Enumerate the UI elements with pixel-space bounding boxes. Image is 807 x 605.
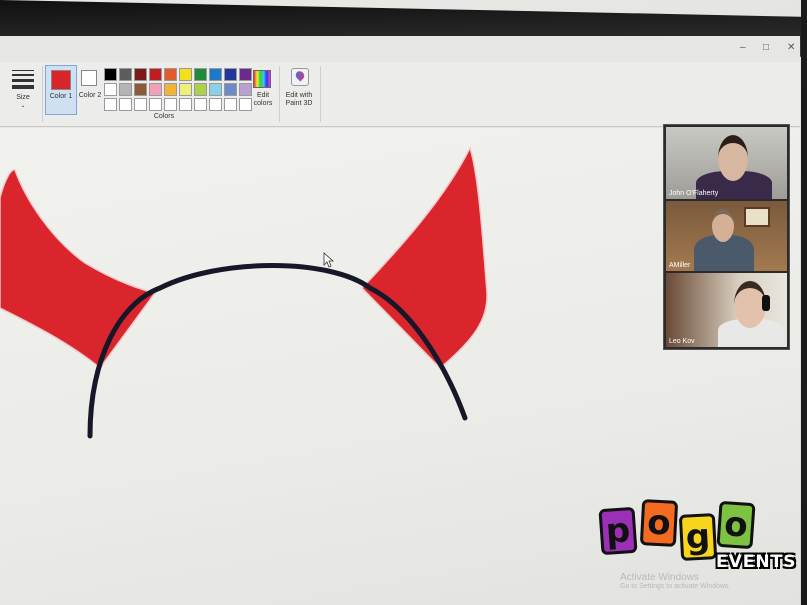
color2-swatch (81, 70, 97, 86)
palette-swatch[interactable] (164, 98, 177, 111)
color2-button[interactable]: Color 2 (77, 62, 103, 122)
edit-colors-button[interactable]: Edit colors (250, 62, 276, 122)
palette-swatch[interactable] (224, 98, 237, 111)
palette-swatch[interactable] (119, 68, 132, 81)
palette-swatch[interactable] (224, 83, 237, 96)
left-horn (0, 169, 157, 370)
maximize-button[interactable]: □ (763, 42, 769, 53)
palette-swatch[interactable] (149, 68, 162, 81)
size-tool[interactable]: Size ⌄ (8, 62, 38, 122)
color1-button[interactable]: Color 1 (45, 65, 77, 115)
ribbon-divider (42, 66, 43, 122)
edit-colors-label: Edit colors (253, 92, 273, 107)
palette-swatch[interactable] (104, 83, 117, 96)
headphones-icon (762, 295, 770, 311)
participant-3-name: Leo Kov (669, 338, 695, 345)
ribbon-divider (279, 66, 280, 122)
color2-label: Color 2 (78, 92, 102, 99)
palette-swatch[interactable] (179, 98, 192, 111)
participant-2-name: AMiller (669, 262, 691, 269)
ribbon-divider (320, 66, 321, 122)
color1-label: Color 1 (49, 93, 73, 100)
palette-swatch[interactable] (209, 68, 222, 81)
logo-letter-o2: o (716, 500, 756, 550)
paint-title-bar: – □ ✕ (0, 36, 800, 64)
participant-tile-1[interactable]: John O'Flaherty (666, 127, 787, 199)
palette-swatch[interactable] (104, 98, 117, 111)
palette-swatch[interactable] (209, 83, 222, 96)
color-palette (104, 68, 252, 111)
palette-swatch[interactable] (209, 98, 222, 111)
participant-tile-3[interactable]: Leo Kov (666, 273, 787, 347)
monitor-screen: – □ ✕ Size ⌄ Color 1 Color 2 Colors Edit… (0, 0, 807, 605)
mouse-cursor-icon (323, 252, 335, 268)
participant-1-name: John O'Flaherty (669, 190, 719, 197)
palette-swatch[interactable] (149, 83, 162, 96)
activate-windows-watermark: Activate Windows Go to Settings to activ… (620, 572, 731, 590)
palette-swatch[interactable] (119, 83, 132, 96)
palette-swatch[interactable] (224, 68, 237, 81)
palette-swatch[interactable] (194, 83, 207, 96)
size-lines-icon (12, 70, 34, 89)
watermark-line1: Activate Windows (620, 572, 699, 583)
participant-tile-2[interactable]: AMiller (666, 201, 787, 271)
edit-paint3d-label: Edit with Paint 3D (285, 92, 313, 107)
video-call-panel: John O'Flaherty AMiller Leo Kov (663, 124, 790, 350)
color1-swatch (51, 70, 71, 90)
palette-swatch[interactable] (194, 98, 207, 111)
color-wheel-icon (253, 70, 271, 88)
watermark-line2: Go to Settings to activate Windows. (620, 583, 731, 590)
palette-swatch[interactable] (134, 68, 147, 81)
logo-events-text: EVENTS (716, 552, 797, 572)
palette-swatch[interactable] (164, 68, 177, 81)
palette-swatch[interactable] (134, 83, 147, 96)
minimize-button[interactable]: – (740, 42, 746, 53)
palette-swatch[interactable] (119, 98, 132, 111)
pogo-events-logo: p o g o EVENTS (598, 499, 795, 580)
colors-group-label: Colors (153, 113, 175, 120)
palette-swatch[interactable] (164, 83, 177, 96)
paint3d-icon (291, 68, 309, 86)
logo-letter-o1: o (639, 499, 679, 547)
paint-ribbon: Size ⌄ Color 1 Color 2 Colors Edit color… (0, 62, 800, 127)
palette-swatch[interactable] (194, 68, 207, 81)
monitor-bezel-right (801, 0, 807, 605)
palette-swatch[interactable] (134, 98, 147, 111)
palette-swatch[interactable] (149, 98, 162, 111)
edit-with-paint3d-button[interactable]: Edit with Paint 3D (282, 62, 316, 122)
size-label: Size (16, 94, 30, 101)
logo-letter-p: p (598, 506, 638, 556)
palette-swatch[interactable] (179, 68, 192, 81)
palette-swatch[interactable] (179, 83, 192, 96)
palette-swatch[interactable] (104, 68, 117, 81)
logo-letter-g: g (678, 513, 718, 561)
chevron-down-icon: ⌄ (20, 103, 26, 109)
close-button[interactable]: ✕ (787, 42, 795, 53)
